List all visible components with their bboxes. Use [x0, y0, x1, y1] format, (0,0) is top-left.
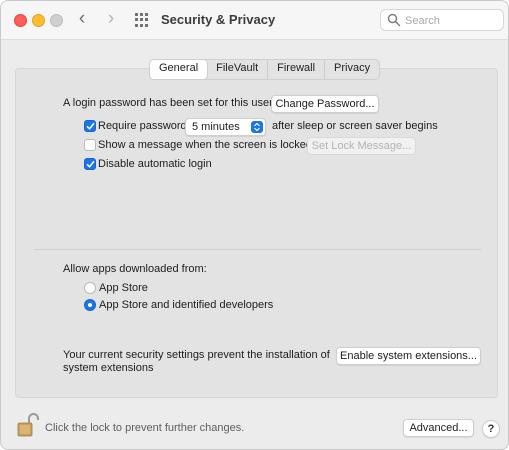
lock-status-text: Click the lock to prevent further change… — [45, 422, 245, 434]
radio-app-store[interactable] — [84, 282, 96, 294]
minimize-window-button[interactable] — [32, 14, 45, 27]
require-password-suffix: after sleep or screen saver begins — [272, 120, 438, 132]
tab-privacy[interactable]: Privacy — [325, 60, 379, 79]
back-chevron-icon[interactable]: ‹ — [72, 9, 92, 29]
require-password-label: Require password — [98, 120, 187, 132]
change-password-button[interactable]: Change Password... — [271, 95, 379, 113]
general-panel: A login password has been set for this u… — [15, 68, 498, 398]
security-notice-line1: Your current security settings prevent t… — [63, 349, 330, 361]
radio-app-store-identified[interactable] — [84, 299, 96, 311]
security-notice-line2: system extensions — [63, 362, 154, 374]
tab-bar: General FileVault Firewall Privacy — [149, 59, 381, 80]
preferences-window: ‹ › Security & Privacy General FileVault… — [0, 0, 509, 450]
window-title: Security & Privacy — [161, 12, 276, 27]
require-password-delay-select[interactable]: 5 minutes — [185, 118, 266, 136]
login-password-text: A login password has been set for this u… — [63, 97, 273, 109]
tab-firewall[interactable]: Firewall — [268, 60, 326, 79]
enable-system-extensions-button[interactable]: Enable system extensions... — [336, 347, 481, 365]
section-divider — [34, 249, 481, 250]
title-bar: ‹ › Security & Privacy — [1, 1, 508, 40]
require-password-checkbox[interactable] — [84, 120, 96, 132]
radio-app-store-identified-label: App Store and identified developers — [99, 299, 274, 311]
search-input[interactable] — [403, 13, 503, 29]
set-lock-message-button[interactable]: Set Lock Message... — [307, 137, 416, 155]
allow-apps-label: Allow apps downloaded from: — [63, 263, 207, 275]
radio-app-store-label: App Store — [99, 282, 148, 294]
show-all-grid-icon[interactable] — [135, 13, 149, 27]
search-icon — [387, 13, 401, 27]
zoom-window-button[interactable] — [50, 14, 63, 27]
advanced-button[interactable]: Advanced... — [403, 419, 474, 437]
disable-auto-login-label: Disable automatic login — [98, 158, 212, 170]
stepper-arrows-icon — [251, 121, 263, 133]
disable-auto-login-checkbox[interactable] — [84, 158, 96, 170]
tab-general[interactable]: General — [150, 60, 208, 79]
require-password-delay-value: 5 minutes — [192, 121, 240, 133]
show-message-label: Show a message when the screen is locked — [98, 139, 313, 151]
lock-icon[interactable] — [16, 412, 40, 438]
checkmark-icon — [86, 123, 95, 130]
checkmark-icon — [86, 161, 95, 168]
tab-filevault[interactable]: FileVault — [207, 60, 269, 79]
show-message-checkbox[interactable] — [84, 139, 96, 151]
forward-chevron-icon[interactable]: › — [101, 9, 121, 29]
search-field[interactable] — [380, 9, 504, 31]
help-button[interactable]: ? — [482, 420, 500, 438]
close-window-button[interactable] — [14, 14, 27, 27]
